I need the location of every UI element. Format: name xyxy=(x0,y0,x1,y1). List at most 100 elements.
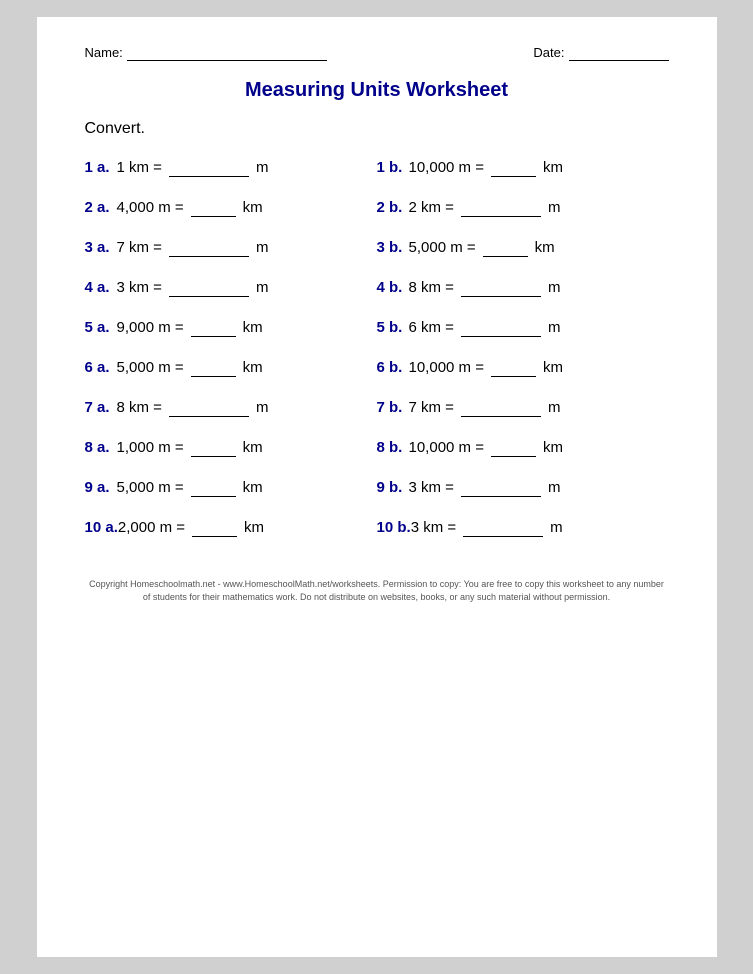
answer-blank[interactable] xyxy=(483,239,528,257)
problem-expression: 5,000 m = km xyxy=(117,359,263,377)
footer: Copyright Homeschoolmath.net - www.Homes… xyxy=(85,578,669,603)
problem-row: 1 b.10,000 m = km xyxy=(377,148,669,188)
answer-blank[interactable] xyxy=(169,279,249,297)
answer-blank[interactable] xyxy=(169,399,249,417)
problem-number: 3 b. xyxy=(377,239,409,256)
answer-blank[interactable] xyxy=(463,519,543,537)
expression-text: 10,000 m = xyxy=(409,159,484,176)
page-title: Measuring Units Worksheet xyxy=(85,79,669,102)
unit-label: km xyxy=(243,199,263,216)
expression-text: 9,000 m = xyxy=(117,319,184,336)
name-field: Name: xyxy=(85,45,327,61)
unit-label: m xyxy=(548,319,561,336)
problem-row: 6 a.5,000 m = km xyxy=(85,348,377,388)
problem-number: 10 a. xyxy=(85,519,118,536)
expression-text: 10,000 m = xyxy=(409,439,484,456)
answer-blank[interactable] xyxy=(191,359,236,377)
unit-label: m xyxy=(256,159,269,176)
problem-expression: 3 km = m xyxy=(411,519,563,537)
answer-blank[interactable] xyxy=(191,199,236,217)
expression-text: 3 km = xyxy=(409,479,454,496)
unit-label: km xyxy=(243,319,263,336)
answer-blank[interactable] xyxy=(191,319,236,337)
problem-row: 3 b.5,000 m = km xyxy=(377,228,669,268)
problem-expression: 6 km = m xyxy=(409,319,561,337)
footer-text: Copyright Homeschoolmath.net - www.Homes… xyxy=(89,579,664,602)
problem-expression: 7 km = m xyxy=(117,239,269,257)
answer-blank[interactable] xyxy=(169,159,249,177)
problem-row: 9 a.5,000 m = km xyxy=(85,468,377,508)
expression-text: 4,000 m = xyxy=(117,199,184,216)
unit-label: km xyxy=(543,359,563,376)
problem-expression: 3 km = m xyxy=(409,479,561,497)
unit-label: km xyxy=(243,479,263,496)
unit-label: m xyxy=(548,279,561,296)
problem-row: 3 a.7 km = m xyxy=(85,228,377,268)
problem-row: 5 b.6 km = m xyxy=(377,308,669,348)
unit-label: m xyxy=(548,479,561,496)
expression-text: 1,000 m = xyxy=(117,439,184,456)
problem-row: 9 b.3 km = m xyxy=(377,468,669,508)
worksheet-page: Name: Date: Measuring Units Worksheet Co… xyxy=(37,17,717,957)
problem-number: 10 b. xyxy=(377,519,411,536)
problem-number: 8 a. xyxy=(85,439,117,456)
answer-blank[interactable] xyxy=(191,479,236,497)
expression-text: 6 km = xyxy=(409,319,454,336)
problem-row: 10 a.2,000 m = km xyxy=(85,508,377,548)
answer-blank[interactable] xyxy=(192,519,237,537)
problem-row: 4 b.8 km = m xyxy=(377,268,669,308)
problem-number: 8 b. xyxy=(377,439,409,456)
problem-number: 1 a. xyxy=(85,159,117,176)
problem-number: 6 b. xyxy=(377,359,409,376)
expression-text: 8 km = xyxy=(409,279,454,296)
problem-expression: 4,000 m = km xyxy=(117,199,263,217)
problem-expression: 10,000 m = km xyxy=(409,439,563,457)
convert-label: Convert. xyxy=(85,120,669,138)
problems-grid: 1 a.1 km = m1 b.10,000 m = km2 a.4,000 m… xyxy=(85,148,669,548)
expression-text: 1 km = xyxy=(117,159,162,176)
expression-text: 10,000 m = xyxy=(409,359,484,376)
unit-label: m xyxy=(256,279,269,296)
answer-blank[interactable] xyxy=(491,439,536,457)
problem-expression: 10,000 m = km xyxy=(409,359,563,377)
expression-text: 7 km = xyxy=(117,239,162,256)
unit-label: km xyxy=(244,519,264,536)
problem-row: 8 b.10,000 m = km xyxy=(377,428,669,468)
answer-blank[interactable] xyxy=(191,439,236,457)
expression-text: 2 km = xyxy=(409,199,454,216)
problem-expression: 2,000 m = km xyxy=(118,519,264,537)
answer-blank[interactable] xyxy=(461,319,541,337)
problem-row: 7 b.7 km = m xyxy=(377,388,669,428)
unit-label: km xyxy=(243,439,263,456)
expression-text: 5,000 m = xyxy=(117,479,184,496)
problem-number: 4 a. xyxy=(85,279,117,296)
answer-blank[interactable] xyxy=(461,479,541,497)
problem-expression: 8 km = m xyxy=(409,279,561,297)
answer-blank[interactable] xyxy=(461,399,541,417)
problem-row: 5 a.9,000 m = km xyxy=(85,308,377,348)
problem-number: 5 b. xyxy=(377,319,409,336)
problem-number: 6 a. xyxy=(85,359,117,376)
answer-blank[interactable] xyxy=(461,279,541,297)
answer-blank[interactable] xyxy=(169,239,249,257)
expression-text: 7 km = xyxy=(409,399,454,416)
answer-blank[interactable] xyxy=(461,199,541,217)
problem-number: 9 a. xyxy=(85,479,117,496)
expression-text: 5,000 m = xyxy=(409,239,476,256)
name-label: Name: xyxy=(85,45,123,60)
expression-text: 3 km = xyxy=(411,519,456,536)
problem-row: 8 a.1,000 m = km xyxy=(85,428,377,468)
problem-row: 4 a.3 km = m xyxy=(85,268,377,308)
name-date-row: Name: Date: xyxy=(85,45,669,61)
answer-blank[interactable] xyxy=(491,159,536,177)
problem-row: 2 b.2 km = m xyxy=(377,188,669,228)
problem-expression: 8 km = m xyxy=(117,399,269,417)
problem-number: 4 b. xyxy=(377,279,409,296)
problem-row: 1 a.1 km = m xyxy=(85,148,377,188)
problem-number: 3 a. xyxy=(85,239,117,256)
name-underline xyxy=(127,45,327,61)
problem-number: 1 b. xyxy=(377,159,409,176)
answer-blank[interactable] xyxy=(491,359,536,377)
unit-label: m xyxy=(548,399,561,416)
problem-expression: 1,000 m = km xyxy=(117,439,263,457)
